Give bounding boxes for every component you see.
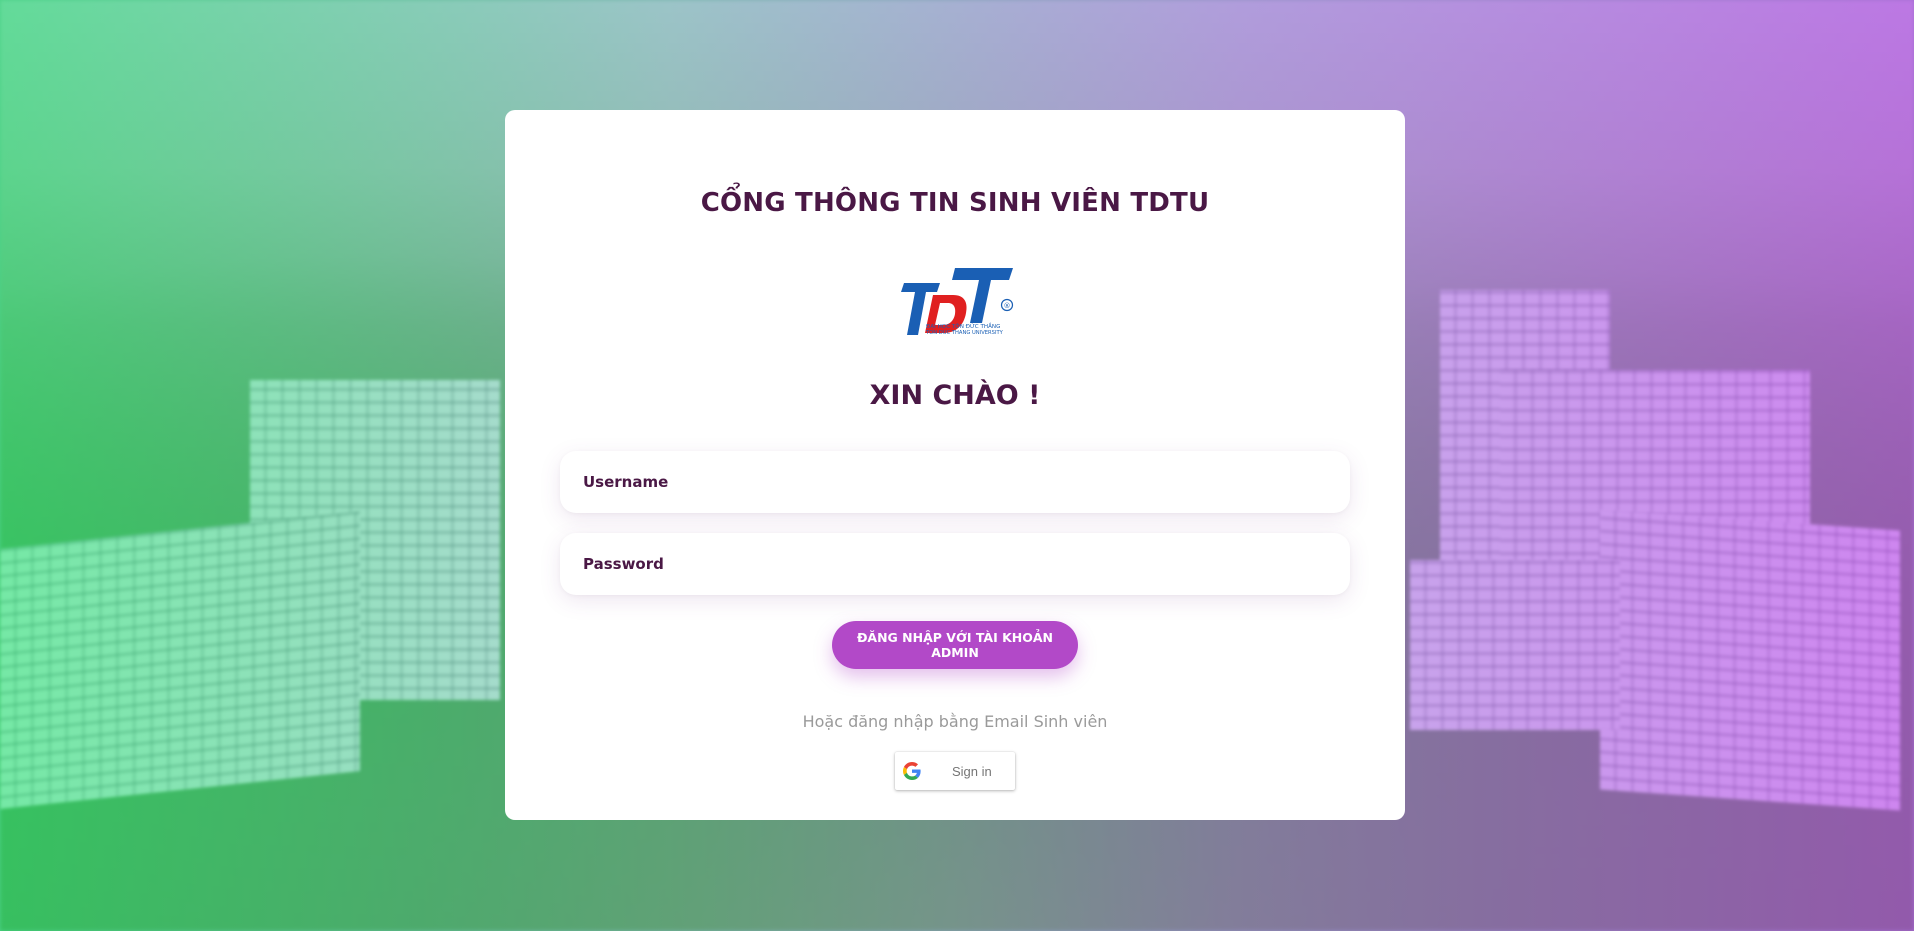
- tdtu-logo: ® ĐẠI HỌC TÔN ĐỨC THẮNG TON DUC THANG UN…: [901, 268, 1014, 336]
- google-g-icon: [903, 762, 921, 780]
- google-signin-label: Sign in: [952, 763, 992, 779]
- portal-title: CỔNG THÔNG TIN SINH VIÊN TDTU: [700, 188, 1210, 218]
- logo-registered-mark: ®: [1004, 302, 1011, 310]
- alt-login-text: Hoặc đăng nhập bằng Email Sinh viên: [802, 712, 1108, 731]
- google-signin-button[interactable]: Sign in: [895, 752, 1015, 790]
- admin-login-button[interactable]: ĐĂNG NHẬP VỚI TÀI KHOẢN ADMIN: [832, 621, 1078, 669]
- password-input[interactable]: [560, 533, 1350, 595]
- logo-line-2: TON DUC THANG UNIVERSITY: [925, 330, 1004, 336]
- login-card: CỔNG THÔNG TIN SINH VIÊN TDTU ® ĐẠI HỌC …: [505, 110, 1405, 820]
- greeting-heading: XIN CHÀO !: [869, 380, 1041, 411]
- username-input[interactable]: [560, 451, 1350, 513]
- logo-line-1: ĐẠI HỌC TÔN ĐỨC THẮNG: [926, 322, 1000, 330]
